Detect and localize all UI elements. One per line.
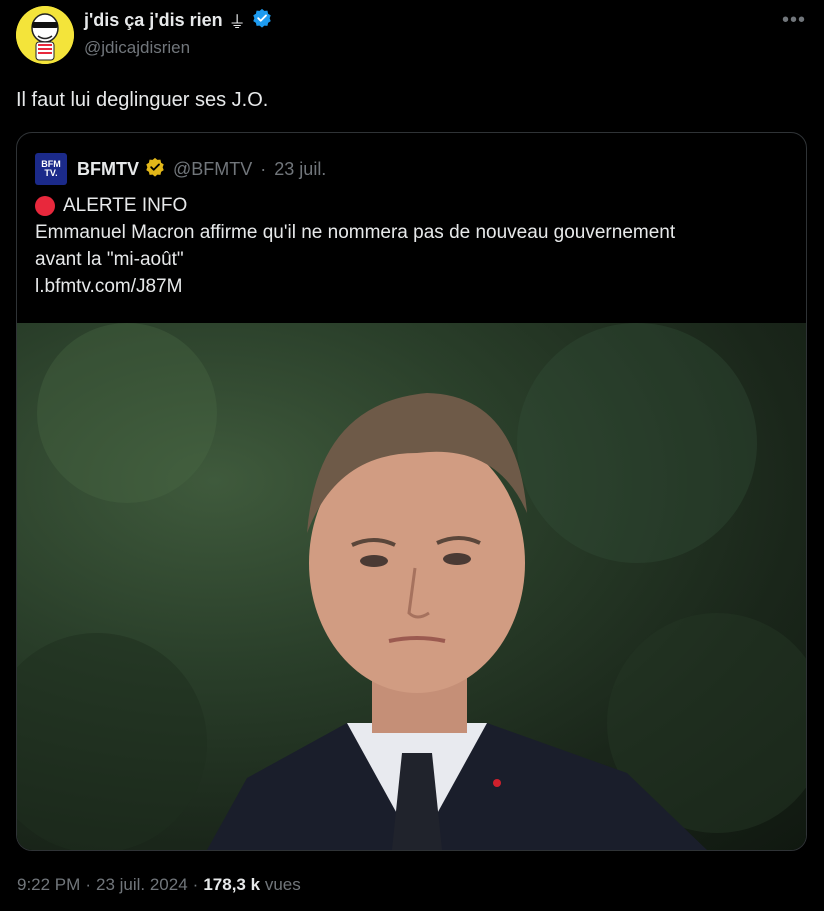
author-handle[interactable]: @jdicajdisrien — [84, 38, 190, 58]
bfmtv-logo-line2: TV. — [44, 168, 58, 178]
tweet-time[interactable]: 9:22 PM — [17, 875, 80, 894]
tweet-meta: 9:22 PM · 23 juil. 2024 · 178,3 k vues — [17, 875, 301, 895]
quoted-body-line1: Emmanuel Macron affirme qu'il ne nommera… — [35, 222, 676, 243]
red-circle-icon — [35, 195, 55, 216]
meta-separator-2: · — [192, 875, 199, 894]
quoted-author-handle[interactable]: @BFMTV — [173, 159, 252, 180]
quoted-tweet-header: BFM TV. BFMTV @BFMTV · 23 juil. — [35, 153, 326, 185]
tweet-text: Il faut lui deglinguer ses J.O. — [16, 89, 269, 111]
quoted-media-photo[interactable] — [17, 323, 806, 850]
quoted-separator: · — [260, 158, 267, 179]
author-avatar[interactable] — [16, 6, 74, 64]
tweet-date[interactable]: 23 juil. 2024 — [96, 875, 188, 894]
verified-badge-icon — [252, 8, 272, 33]
more-options-icon[interactable]: ••• — [782, 10, 806, 30]
quoted-date[interactable]: 23 juil. — [274, 159, 326, 180]
ground-symbol-icon: ⏚ — [228, 13, 246, 32]
bfmtv-logo[interactable]: BFM TV. — [35, 153, 67, 185]
quoted-body-line2: avant la "mi-août" — [35, 249, 184, 270]
portrait-illustration — [17, 323, 806, 850]
alert-row: ALERTE INFO — [35, 192, 795, 219]
alert-title: ALERTE INFO — [63, 195, 188, 216]
avatar-illustration — [16, 6, 74, 64]
quoted-tweet-card[interactable]: BFM TV. BFMTV @BFMTV · 23 juil. ALERTE I… — [16, 132, 807, 851]
tweet: j'dis ça j'dis rien ⏚ @jdicajdisrien •••… — [0, 0, 824, 911]
quoted-tweet-body: ALERTE INFO Emmanuel Macron affirme qu'i… — [35, 192, 795, 300]
quoted-link[interactable]: l.bfmtv.com/J87M — [35, 273, 795, 300]
verified-gold-badge-icon — [145, 157, 165, 182]
author-display-name[interactable]: j'dis ça j'dis rien — [84, 10, 223, 31]
views-count: 178,3 k — [203, 875, 261, 894]
quoted-author-name[interactable]: BFMTV — [77, 159, 139, 180]
meta-separator: · — [85, 875, 91, 894]
views-label: vues — [264, 875, 301, 894]
author-name-row: j'dis ça j'dis rien ⏚ — [84, 8, 272, 33]
